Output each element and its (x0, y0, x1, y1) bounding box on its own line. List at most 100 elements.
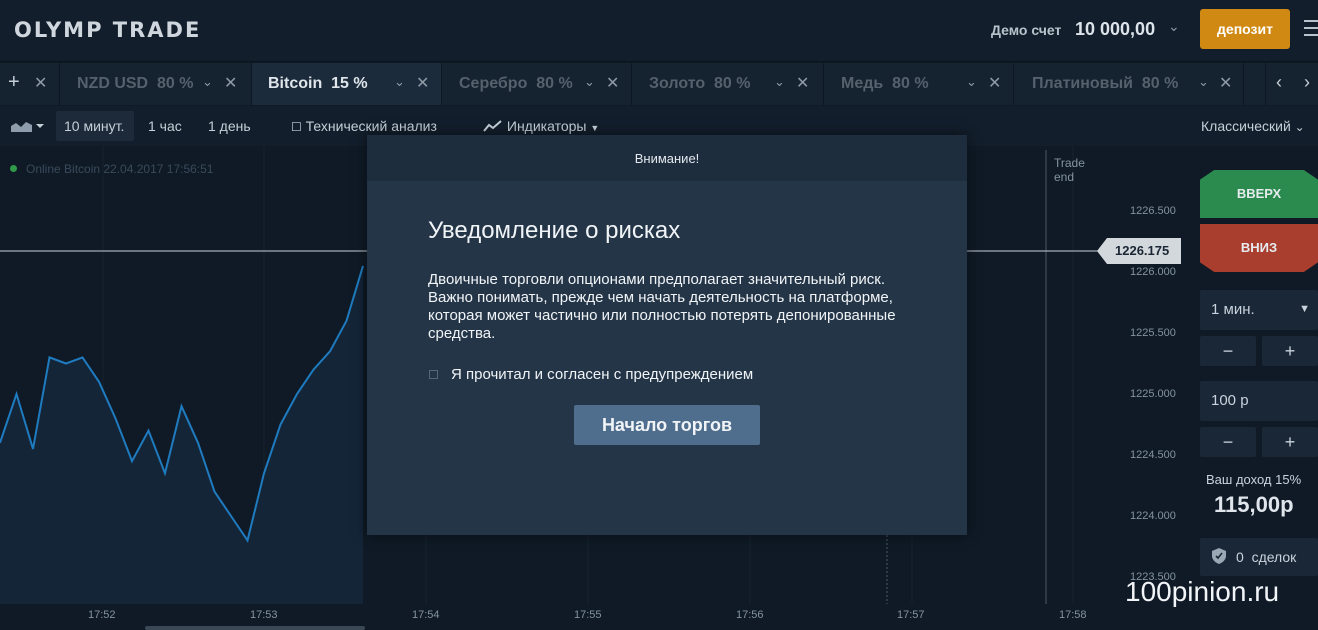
deals-label: 0 сделок (1236, 549, 1297, 565)
income-label: Ваш доход 15% (1206, 472, 1302, 487)
start-trading-button[interactable]: Начало торгов (574, 405, 760, 445)
tab-percent: 80 % (714, 75, 751, 92)
top-bar: OLYMP TRADE Демо счет 10 000,00 ⌄ депози… (0, 0, 1318, 62)
deposit-button[interactable]: депозит (1200, 9, 1290, 49)
tab-label: NZD USD (77, 75, 149, 92)
y-tick: 1224.000 (1130, 510, 1176, 522)
account-label[interactable]: Демо счет (991, 22, 1061, 38)
shield-icon (1212, 548, 1226, 569)
agree-checkbox[interactable] (429, 370, 438, 379)
duration-plus-button[interactable]: + (1262, 336, 1318, 366)
tab-platinum[interactable]: Платиновый 80 % ⌄ ✕ (1014, 63, 1244, 105)
y-tick: 1225.000 (1130, 388, 1176, 400)
tab-label: Bitcoin (268, 75, 323, 92)
logo[interactable]: OLYMP TRADE (14, 18, 201, 42)
chevron-down-icon[interactable]: ⌄ (202, 74, 213, 90)
tab-percent: 15 % (331, 75, 368, 92)
tab-scroll: ‹ › (1266, 63, 1318, 105)
technical-analysis-button[interactable]: ☐ Технический анализ (291, 118, 437, 134)
deals-button[interactable]: 0 сделок (1200, 538, 1318, 576)
amount-minus-button[interactable]: − (1200, 427, 1256, 457)
tab-silver[interactable]: Серебро 80 % ⌄ ✕ (442, 63, 632, 105)
watermark: 100pinion.ru (1125, 576, 1280, 607)
x-tick: 17:52 (88, 609, 116, 621)
y-tick: 1225.500 (1130, 327, 1176, 339)
chevron-down-icon[interactable]: ⌄ (774, 74, 785, 90)
trade-end-label: Trade end (1054, 156, 1085, 184)
interval-10min[interactable]: 10 минут. (64, 118, 124, 134)
close-icon[interactable]: ✕ (1219, 73, 1232, 93)
price-area (0, 265, 363, 604)
risk-warning-modal: Внимание! Уведомление о рисках Двоичные … (367, 135, 967, 535)
x-tick: 17:58 (1059, 609, 1087, 621)
account-balance[interactable]: 10 000,00 (1075, 19, 1155, 40)
chart-style-label: Классический (1201, 118, 1291, 134)
chevron-down-icon[interactable]: ⌄ (966, 74, 977, 90)
online-text: Online Bitcoin 22.04.2017 17:56:51 (26, 162, 214, 176)
duration-minus-button[interactable]: − (1200, 336, 1256, 366)
close-icon[interactable]: ✕ (988, 73, 1001, 93)
x-tick: 17:55 (574, 609, 602, 621)
close-icon[interactable]: ✕ (224, 73, 237, 93)
y-tick: 1226.000 (1130, 266, 1176, 278)
tab-label: Серебро (459, 75, 528, 92)
tab-partial-right[interactable] (1244, 63, 1266, 105)
chevron-down-icon[interactable]: ⌄ (394, 74, 405, 90)
tab-partial[interactable]: ✕ (0, 63, 60, 105)
duration-select[interactable]: 1 мин. ▼ (1200, 290, 1318, 330)
indicators-button[interactable]: Индикаторы ▼ (483, 118, 599, 134)
chart-scrollbar[interactable] (145, 626, 365, 630)
tab-percent: 80 % (536, 75, 573, 92)
x-tick: 17:53 (250, 609, 278, 621)
interval-1h[interactable]: 1 час (148, 118, 182, 134)
amount-value: 100 р (1211, 392, 1249, 409)
chevron-down-icon[interactable]: ⌄ (584, 74, 595, 90)
modal-body: Двоичные торговли опционами предполагает… (428, 271, 896, 342)
tab-bitcoin[interactable]: Bitcoin 15 % ⌄ ✕ (252, 63, 442, 105)
up-button[interactable]: ВВЕРХ (1200, 170, 1318, 218)
modal-title: Уведомление о рисках (428, 217, 681, 244)
modal-header: Внимание! (367, 135, 967, 181)
tab-percent: 80 % (892, 75, 929, 92)
tab-label: Платиновый (1032, 75, 1134, 92)
close-icon[interactable]: ✕ (416, 73, 429, 93)
current-price-value: 1226.175 (1115, 243, 1170, 258)
chevron-right-icon[interactable]: › (1304, 72, 1310, 93)
chart-type-icon[interactable] (10, 119, 44, 136)
interval-1d[interactable]: 1 день (208, 118, 251, 134)
duration-value: 1 мин. (1211, 301, 1255, 318)
caret-down-icon: ▼ (590, 123, 600, 133)
chart-style-select[interactable]: Классический ⌄ (1201, 118, 1305, 134)
chevron-left-icon[interactable]: ‹ (1276, 72, 1282, 93)
tab-label: Медь (841, 75, 884, 92)
chevron-down-icon[interactable]: ⌄ (1168, 18, 1180, 35)
close-icon[interactable]: ✕ (34, 73, 47, 93)
menu-icon[interactable] (1304, 20, 1318, 36)
tab-gold[interactable]: Золото 80 % ⌄ ✕ (632, 63, 824, 105)
caret-down-icon: ▼ (1299, 303, 1310, 315)
modal-header-title: Внимание! (634, 151, 700, 166)
close-icon[interactable]: ✕ (606, 73, 619, 93)
technical-analysis-label: Технический анализ (305, 118, 437, 134)
income-value: 115,00р (1214, 492, 1294, 517)
amount-plus-button[interactable]: + (1262, 427, 1318, 457)
chevron-down-icon: ⌄ (1294, 120, 1305, 134)
tab-copper[interactable]: Медь 80 % ⌄ ✕ (824, 63, 1014, 105)
close-icon[interactable]: ✕ (796, 73, 809, 93)
x-tick: 17:54 (412, 609, 440, 621)
agree-checkbox-label[interactable]: Я прочитал и согласен с предупреждением (451, 366, 753, 383)
analysis-icon: ☐ (291, 120, 302, 134)
tab-nzd-usd[interactable]: NZD USD 80 % ⌄ ✕ (60, 63, 252, 105)
online-label: Online Bitcoin 22.04.2017 17:56:51 (10, 162, 213, 176)
indicators-icon (483, 118, 507, 134)
chevron-down-icon[interactable]: ⌄ (1198, 74, 1209, 90)
x-tick: 17:57 (897, 609, 925, 621)
tab-percent: 80 % (157, 75, 194, 92)
tab-label: Золото (649, 75, 706, 92)
asset-tabs: + ✕ NZD USD 80 % ⌄ ✕ Bitcoin 15 % ⌄ ✕ Се… (0, 63, 1318, 105)
tab-percent: 80 % (1141, 75, 1179, 92)
down-button[interactable]: ВНИЗ (1200, 224, 1318, 272)
x-tick: 17:56 (736, 609, 764, 621)
indicators-label: Индикаторы (506, 118, 587, 134)
amount-input[interactable]: 100 р (1200, 381, 1318, 421)
